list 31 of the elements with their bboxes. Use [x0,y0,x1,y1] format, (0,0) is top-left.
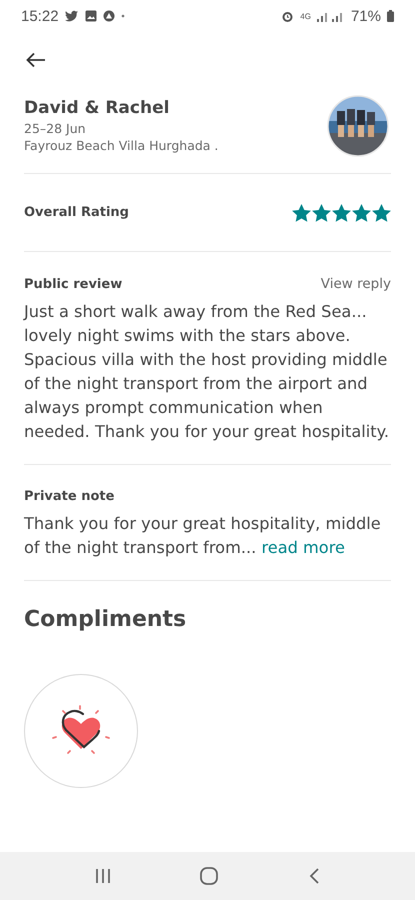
guest-name: David & Rachel [24,98,170,118]
rating-label: Overall Rating [24,205,129,220]
star-icon [352,204,371,222]
star-icon [312,204,331,222]
back-arrow-icon [26,52,46,68]
status-time: 15:22 [21,8,59,24]
star-icon [332,204,351,222]
read-more-link[interactable]: read more [261,538,345,557]
app-icon [102,10,115,22]
section-title: Public review [24,277,122,292]
bird-icon [64,10,79,22]
recent-apps-icon[interactable] [94,868,111,884]
review-text: Just a short walk away from the Red Sea... lovely night swims with the stars above. Spacious villa with the host providing middle of the night transport from the airport and always prompt communication when needed. Thank you for your great hospitality. [24,301,390,443]
image-icon [84,10,97,22]
view-reply-link[interactable]: View reply [320,276,391,292]
note-text: Thank you for your great hospitality, middle of the night transport from... read more [24,513,382,559]
compliments-heading: Compliments [24,607,188,632]
star-icon [372,204,391,222]
signal-icon [316,10,345,22]
compliment-badge[interactable] [24,674,138,788]
listing-name: Fayrouz Beach Villa Hurghada . [24,137,218,154]
alarm-icon [281,10,294,22]
back-icon[interactable] [308,868,320,884]
stay-dates: 25–28 Jun [24,120,87,137]
battery-icon [387,10,394,22]
network-label: 4G [300,12,311,20]
dot-icon [120,14,125,18]
star-icon [292,204,311,222]
section-title: Private note [24,489,114,504]
battery-percent: 71% [350,8,381,24]
home-icon[interactable] [200,867,218,885]
